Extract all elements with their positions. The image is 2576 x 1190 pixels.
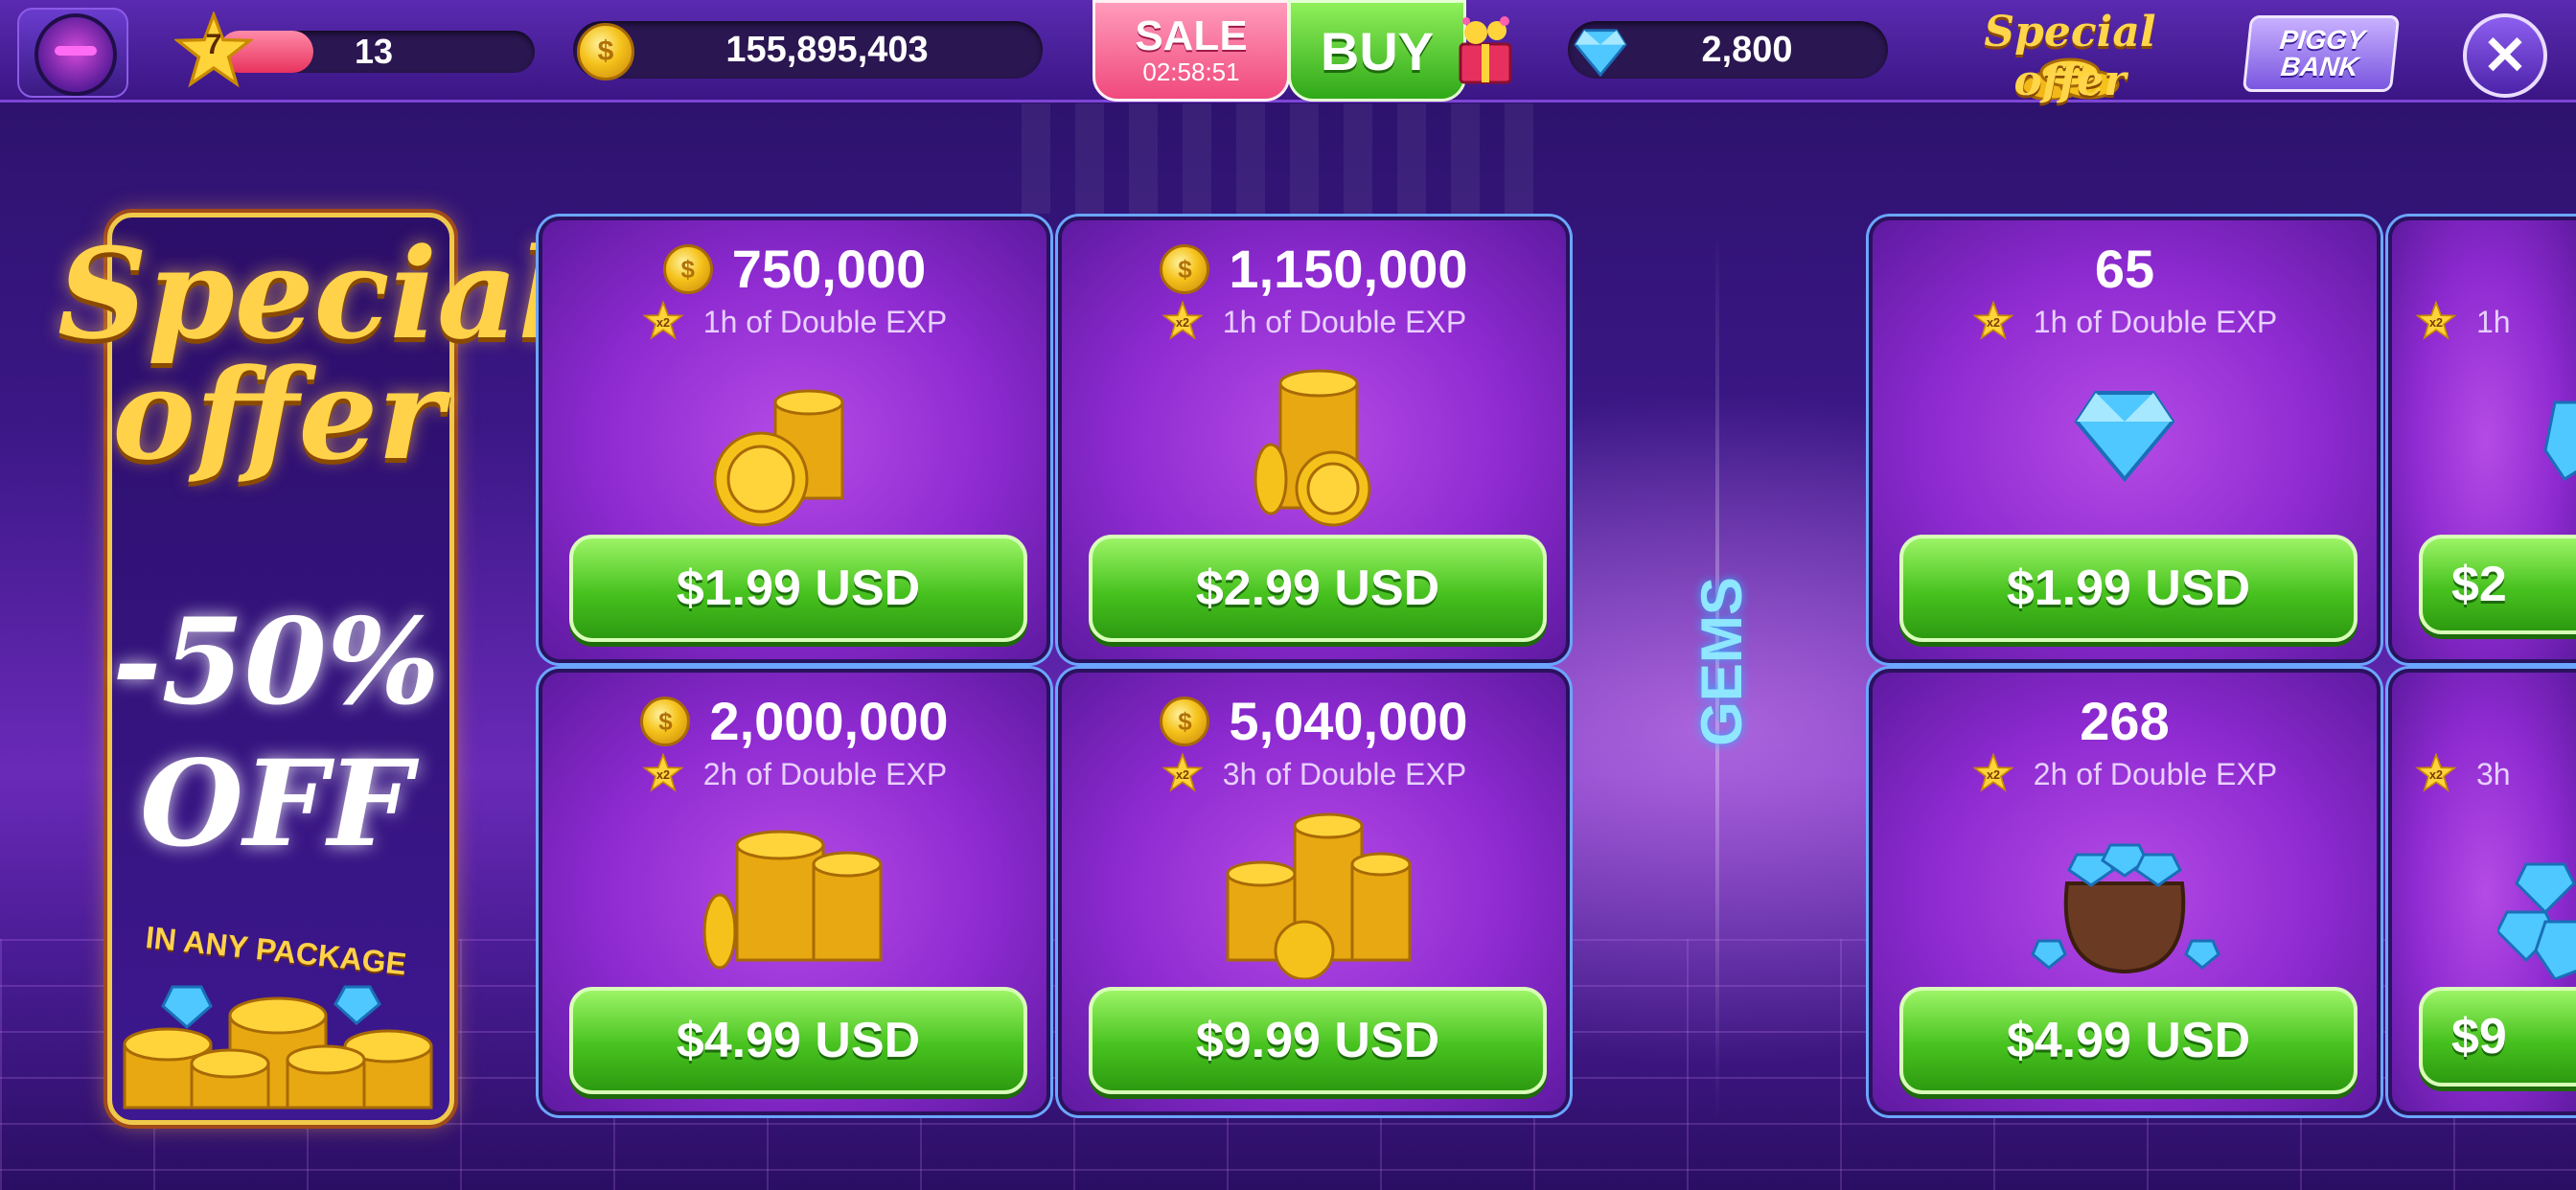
- price-button[interactable]: $1.99 USD: [569, 535, 1027, 642]
- double-exp-star-icon: x2: [1162, 300, 1204, 340]
- gem-icon: [1574, 29, 1627, 77]
- double-exp-star-icon: x2: [642, 300, 684, 340]
- coin-stack-icon: [1254, 369, 1371, 527]
- package-amount: 65: [2094, 239, 2155, 299]
- sale-timer: 02:58:51: [1142, 57, 1240, 86]
- coin-package-card[interactable]: 2,000,000 x2 2h of Double EXP $4.99 USD: [539, 669, 1050, 1115]
- package-amount: 268: [2080, 691, 2170, 751]
- svg-text:x2: x2: [656, 767, 670, 781]
- piggy-bank-button[interactable]: PIGGY BANK: [2242, 15, 2401, 92]
- piggy-bank-label-line2: BANK: [2279, 52, 2360, 81]
- package-exp-bonus: 2h of Double EXP: [702, 757, 948, 791]
- gem-cluster-icon: [2497, 862, 2576, 979]
- double-exp-star-icon: x2: [2415, 300, 2457, 340]
- gem-package-card[interactable]: x2 3h $9: [2388, 669, 2576, 1115]
- close-button[interactable]: ✕: [2463, 13, 2547, 98]
- svg-text:x2: x2: [1987, 767, 2000, 781]
- gift-icon: [1459, 16, 1512, 84]
- package-exp-bonus: 1h of Double EXP: [2033, 305, 2278, 339]
- avatar-icon: [34, 13, 117, 96]
- piggy-bank-label-line1: PIGGY: [2278, 25, 2367, 55]
- svg-text:x2: x2: [1176, 315, 1189, 329]
- background-stripes: [1022, 103, 1558, 214]
- double-exp-star-icon: x2: [1972, 300, 2014, 340]
- offer-title-line1: Special: [58, 220, 565, 367]
- gem-package-card[interactable]: 65 x2 1h of Double EXP $1.99 USD: [1869, 217, 2380, 663]
- gem-package-card[interactable]: 268 x2 2h of Double EXP $4.99 USD: [1869, 669, 2380, 1115]
- coin-icon: [662, 244, 713, 295]
- svg-text:x2: x2: [2429, 315, 2443, 329]
- double-exp-star-icon: x2: [642, 752, 684, 792]
- price-button[interactable]: $4.99 USD: [569, 987, 1027, 1094]
- coin-icon: [1160, 697, 1210, 747]
- sale-button[interactable]: SALE 02:58:51: [1092, 0, 1290, 102]
- price-button[interactable]: $2: [2419, 535, 2576, 634]
- coin-icon: [577, 23, 634, 80]
- package-amount: 2,000,000: [709, 691, 949, 751]
- offer-title-line2: offer: [112, 341, 444, 488]
- special-offer-button[interactable]: Special offer: [1945, 8, 2195, 105]
- offer-discount-line2: OFF: [139, 735, 413, 874]
- svg-text:x2: x2: [656, 315, 670, 329]
- gems-section-label-text: GEMS: [1689, 576, 1754, 746]
- coin-icon: [640, 697, 691, 747]
- svg-text:x2: x2: [1987, 315, 2000, 329]
- coin-stack-icon: [702, 830, 883, 970]
- offer-title: Special offer: [58, 220, 565, 488]
- coin-balance-value: 155,895,403: [725, 29, 929, 70]
- svg-text:x2: x2: [1176, 767, 1189, 781]
- gem-package-card[interactable]: x2 1h $2: [2388, 217, 2576, 663]
- price-button[interactable]: $1.99 USD: [1899, 535, 2358, 642]
- package-exp-bonus: 1h of Double EXP: [702, 305, 948, 339]
- package-exp-bonus: 2h of Double EXP: [2033, 757, 2278, 791]
- offer-discount-line1: -50%: [112, 593, 440, 732]
- price-button[interactable]: $4.99 USD: [1899, 987, 2358, 1094]
- double-exp-star-icon: x2: [1972, 752, 2014, 792]
- coin-stack-icon: [1226, 812, 1412, 979]
- svg-text:x2: x2: [2429, 767, 2443, 781]
- package-amount: 5,040,000: [1229, 691, 1468, 751]
- coin-package-card[interactable]: 750,000 x2 1h of Double EXP $1.99 USD: [539, 217, 1050, 663]
- gems-section-label: GEMS: [1683, 577, 1760, 746]
- gem-icon: [2543, 400, 2576, 482]
- level-number: 7: [205, 29, 222, 60]
- avatar-button[interactable]: [17, 8, 128, 98]
- sale-label: SALE: [1135, 12, 1248, 59]
- coin-balance[interactable]: 155,895,403: [573, 21, 1043, 79]
- coin-pile-icon: [123, 985, 433, 1110]
- package-exp-bonus: 1h of Double EXP: [1222, 305, 1467, 339]
- package-amount: 750,000: [731, 239, 927, 299]
- package-exp-bonus: 3h: [2476, 757, 2511, 791]
- xp-value: 13: [355, 32, 394, 71]
- price-button[interactable]: $9: [2419, 987, 2576, 1087]
- double-exp-star-icon: x2: [1162, 752, 1204, 792]
- buy-button[interactable]: BUY: [1288, 0, 1466, 102]
- coin-icon: [1160, 244, 1210, 295]
- package-exp-bonus: 1h: [2476, 305, 2511, 339]
- offer-discount: -50% OFF: [107, 592, 445, 876]
- gem-balance-value: 2,800: [1701, 29, 1793, 70]
- coin-stack-icon: [713, 389, 844, 527]
- coin-package-card[interactable]: 5,040,000 x2 3h of Double EXP $9.99 USD: [1058, 669, 1570, 1115]
- gem-sack-icon: [2031, 843, 2220, 974]
- price-button[interactable]: $2.99 USD: [1089, 535, 1547, 642]
- double-exp-star-icon: x2: [2415, 752, 2457, 792]
- package-exp-bonus: 3h of Double EXP: [1222, 757, 1467, 791]
- gem-cluster-icon: [2074, 391, 2175, 483]
- price-button[interactable]: $9.99 USD: [1089, 987, 1547, 1094]
- coin-package-card[interactable]: 1,150,000 x2 1h of Double EXP $2.99 USD: [1058, 217, 1570, 663]
- package-amount: 1,150,000: [1229, 239, 1468, 299]
